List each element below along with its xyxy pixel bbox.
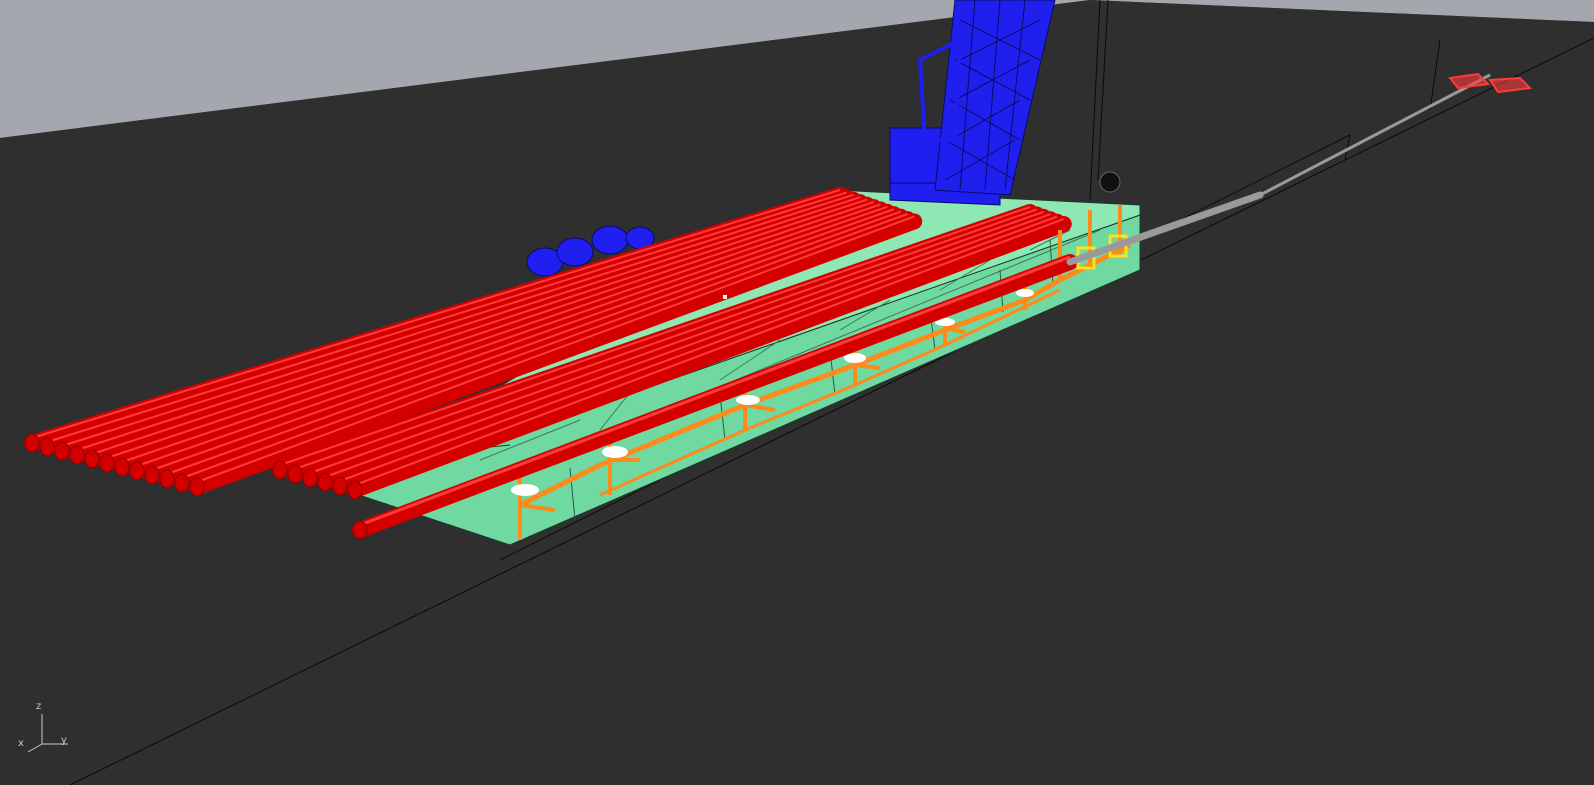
pipe-end-1-3: [54, 441, 70, 461]
axis-y-label: y: [61, 735, 67, 746]
axis-x-label: x: [18, 738, 24, 749]
pipe-end-2-4: [317, 472, 333, 492]
selection-point[interactable]: [723, 295, 727, 299]
crane-hook: [1099, 171, 1121, 193]
pipe-end-1-4: [69, 445, 85, 465]
winch-drum-3: [591, 225, 629, 255]
pipe-end-1-7: [114, 457, 130, 477]
pipe-end-2-1: [272, 460, 288, 480]
pipe-end-1-11: [174, 473, 190, 493]
pipe-end-2-5: [332, 476, 348, 496]
pipe-end-1-10: [159, 469, 175, 489]
pipe-end-1-9: [144, 465, 160, 485]
axis-z-label: z: [36, 701, 42, 712]
axis-widget-lines: [27, 714, 68, 753]
pipe-end-1-5: [84, 449, 100, 469]
pipe-end-1-6: [99, 453, 115, 473]
3d-viewport[interactable]: z x y: [0, 0, 1594, 785]
single-pipe-end: [352, 520, 368, 540]
pipe-end-1-1: [24, 433, 40, 453]
pipe-end-1-8: [129, 461, 145, 481]
winch-drum-2: [556, 237, 594, 267]
scene-canvas[interactable]: [0, 0, 1594, 785]
pipe-end-2-3: [302, 468, 318, 488]
axis-widget: z x y: [14, 700, 84, 760]
pipe-end-1-2: [39, 437, 55, 457]
pipe-end-2-6: [347, 480, 363, 500]
pipe-end-2-2: [287, 464, 303, 484]
pipe-end-1-12: [189, 477, 205, 497]
